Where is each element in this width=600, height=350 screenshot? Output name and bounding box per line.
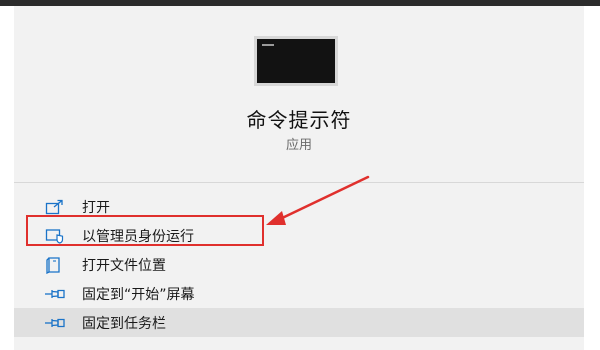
menu-item-label: 固定到任务栏 xyxy=(82,315,166,332)
console-screen xyxy=(257,39,335,83)
menu-item-label: 打开 xyxy=(82,199,110,216)
app-header: 命令提示符 应用 xyxy=(14,6,584,166)
menu-item-label: 以管理员身份运行 xyxy=(82,228,194,245)
file-location-icon xyxy=(44,256,66,274)
jump-menu: 打开 以管理员身份运行 打开文件位置 固定到“开始”屏幕 固定到任务栏 xyxy=(14,192,584,337)
open-icon xyxy=(44,198,66,216)
prompt-cursor xyxy=(262,44,274,46)
context-panel: 命令提示符 应用 打开 以管理员身份运行 打开文件位置 固定到“开始”屏幕 固定… xyxy=(14,6,584,350)
divider xyxy=(14,182,584,183)
pin-icon xyxy=(44,314,66,332)
pin-icon xyxy=(44,285,66,303)
run-as-admin-icon xyxy=(44,227,66,245)
menu-item-run-as-admin[interactable]: 以管理员身份运行 xyxy=(14,221,584,250)
menu-item-open-file-location[interactable]: 打开文件位置 xyxy=(14,250,584,279)
app-title: 命令提示符 xyxy=(246,108,352,132)
menu-item-open[interactable]: 打开 xyxy=(14,192,584,221)
menu-item-label: 打开文件位置 xyxy=(82,257,166,274)
menu-item-pin-to-taskbar[interactable]: 固定到任务栏 xyxy=(14,308,584,337)
menu-item-pin-to-start[interactable]: 固定到“开始”屏幕 xyxy=(14,279,584,308)
menu-item-label: 固定到“开始”屏幕 xyxy=(82,286,195,303)
app-subtitle: 应用 xyxy=(285,138,312,153)
command-prompt-icon xyxy=(254,36,338,86)
